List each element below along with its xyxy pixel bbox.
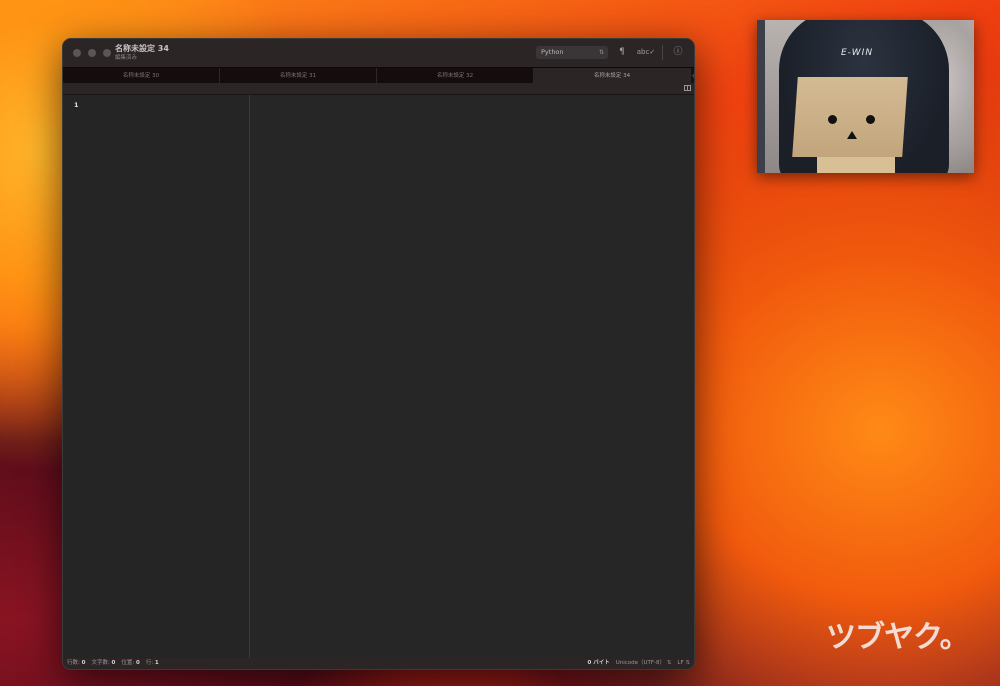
figure-mouth <box>847 131 857 139</box>
spellcheck-icon[interactable]: abc✓ <box>636 46 656 59</box>
text-view[interactable] <box>250 95 694 658</box>
line-ending-select[interactable]: LF ⇅ <box>677 658 690 669</box>
status-encoding: 0 バイト Unicode（UTF-8） ⇅ LF ⇅ <box>587 658 690 669</box>
close-button[interactable] <box>73 49 81 57</box>
document-status: 編集済み <box>115 55 138 61</box>
status-row: 行: 1 <box>145 660 159 666</box>
watermark-logo: ツブヤク。 <box>826 620 970 655</box>
invisibles-icon[interactable]: ¶ <box>616 46 628 59</box>
tab-untitled-30[interactable]: 名称未設定 30 <box>63 68 220 84</box>
line-number: 1 <box>74 101 79 109</box>
minimize-button[interactable] <box>88 49 96 57</box>
syntax-style-select[interactable]: Python ⇅ <box>536 46 608 59</box>
status-counts: 行数: 0 文字数: 0 位置: 0 行: 1 <box>67 658 159 669</box>
status-chars: 文字数: 0 <box>91 660 116 666</box>
editor-window: 名称未設定 34 編集済み Python ⇅ ¶ abc✓ ⓘ 名称未設定 30… <box>62 38 695 670</box>
line-number-gutter: 1 <box>63 95 250 658</box>
status-position: 位置: 0 <box>121 660 140 666</box>
window-controls <box>73 49 111 57</box>
figure-left-eye <box>828 115 837 124</box>
chair-brand-label: E-WIN <box>841 48 874 58</box>
syntax-style-value: Python <box>541 48 564 56</box>
status-bar: 行数: 0 文字数: 0 位置: 0 行: 1 0 バイト Unicode（UT… <box>63 658 694 669</box>
tab-untitled-31[interactable]: 名称未設定 31 <box>220 68 377 84</box>
chevron-updown-icon: ⇅ <box>598 49 604 56</box>
title-block: 名称未設定 34 編集済み <box>115 44 169 62</box>
status-lines: 行数: 0 <box>67 660 86 666</box>
encoding-select[interactable]: Unicode（UTF-8） ⇅ <box>616 658 672 669</box>
editor-area: 1 <box>63 95 694 658</box>
tab-untitled-34[interactable]: 名称未設定 34 <box>534 68 691 84</box>
info-icon[interactable]: ⓘ <box>672 46 684 59</box>
toolbar-divider <box>662 45 663 60</box>
tab-untitled-32[interactable]: 名称未設定 32 <box>377 68 534 84</box>
zoom-button[interactable] <box>103 49 111 57</box>
split-view-icon[interactable] <box>684 85 691 91</box>
tab-bar: 名称未設定 30 名称未設定 31 名称未設定 32 名称未設定 34 + <box>63 67 694 84</box>
figure-right-eye <box>866 115 875 124</box>
camera-overlay: E-WIN <box>757 20 974 173</box>
chevron-updown-icon: ⇅ <box>666 660 672 666</box>
navigation-bar <box>63 83 694 95</box>
status-bytes: 0 バイト <box>587 660 610 666</box>
cardboard-figure-head <box>792 77 908 157</box>
new-tab-button[interactable]: + <box>691 68 694 84</box>
chevron-updown-icon: ⇅ <box>685 660 690 666</box>
document-title: 名称未設定 34 <box>115 44 169 53</box>
titlebar: 名称未設定 34 編集済み Python ⇅ ¶ abc✓ ⓘ <box>63 39 694 67</box>
